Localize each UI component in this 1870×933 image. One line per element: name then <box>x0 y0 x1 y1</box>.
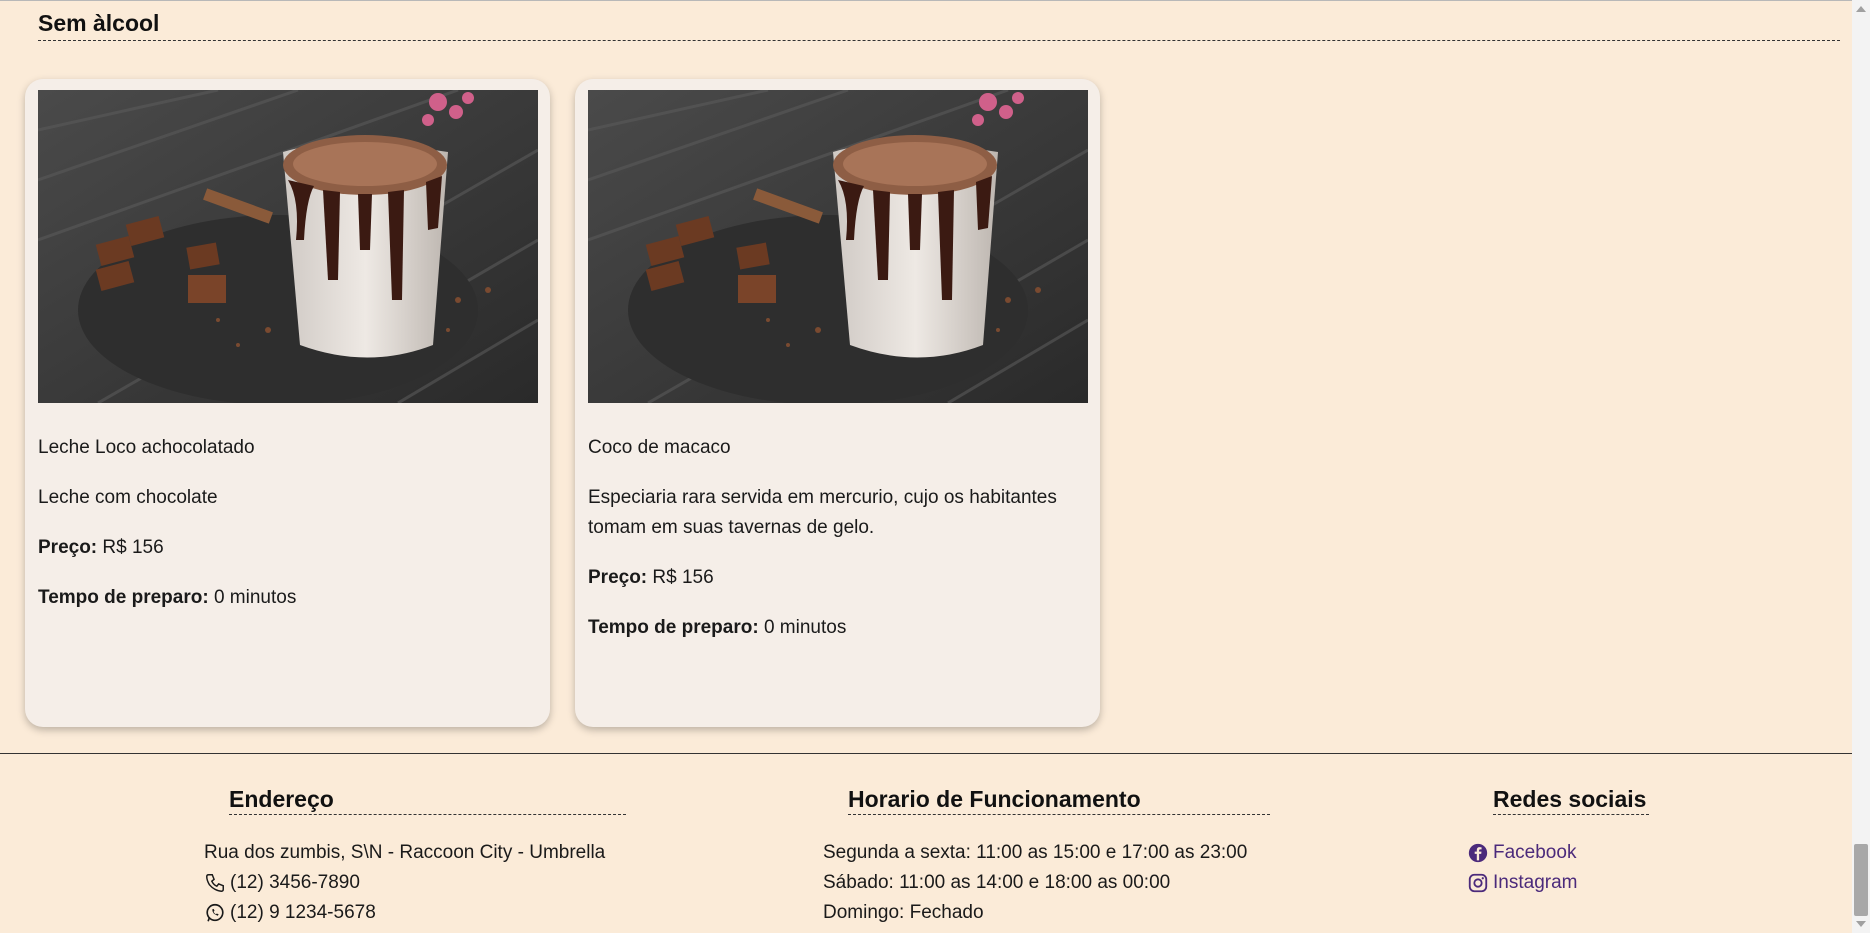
price-value: R$ 156 <box>97 537 164 558</box>
instagram-link[interactable]: Instagram <box>1467 868 1577 898</box>
hours-saturday: Sábado: 11:00 as 14:00 e 18:00 as 00:00 <box>823 872 1171 893</box>
footer-divider <box>0 753 1852 754</box>
facebook-icon <box>1468 843 1488 863</box>
phone-number: (12) 3456-7890 <box>230 872 360 893</box>
prep-time-value: 0 minutos <box>758 617 847 638</box>
prep-time-label: Tempo de preparo: <box>38 587 209 608</box>
instagram-icon <box>1468 873 1488 893</box>
scroll-up-icon[interactable] <box>1856 6 1866 12</box>
footer-hours-title: Horario de Funcionamento <box>848 786 1141 812</box>
instagram-label[interactable]: Instagram <box>1493 868 1577 898</box>
hours-sunday: Domingo: Fechado <box>823 902 984 923</box>
footer-address-divider <box>229 814 626 815</box>
footer-social-divider <box>1493 814 1649 815</box>
scrollbar[interactable] <box>1852 0 1870 933</box>
menu-card: Leche Loco achocolatado Leche com chocol… <box>25 79 550 727</box>
phone-icon <box>206 874 224 892</box>
scrollbar-thumb[interactable] <box>1854 844 1868 916</box>
product-description: Leche com chocolate <box>38 487 218 508</box>
phone-line: (12) 3456-7890 <box>204 868 605 898</box>
product-image <box>588 90 1088 403</box>
footer-hours-divider <box>848 814 1270 815</box>
prep-time-value: 0 minutos <box>208 587 297 608</box>
whatsapp-icon <box>206 903 224 922</box>
footer-hours: Segunda a sexta: 11:00 as 15:00 e 17:00 … <box>823 838 1247 928</box>
whatsapp-line: (12) 9 1234-5678 <box>204 898 605 928</box>
product-name: Leche Loco achocolatado <box>38 437 255 458</box>
product-prep-time: Tempo de preparo: 0 minutos <box>38 583 538 613</box>
scroll-down-icon[interactable] <box>1856 921 1866 927</box>
prep-time-label: Tempo de preparo: <box>588 617 759 638</box>
product-price: Preço: R$ 156 <box>588 563 1088 593</box>
product-name: Coco de macaco <box>588 437 731 458</box>
product-description: Especiaria rara servida em mercurio, cuj… <box>588 487 1057 538</box>
address-line: Rua dos zumbis, S\N - Raccoon City - Umb… <box>204 842 606 863</box>
section-divider <box>38 40 1840 41</box>
price-value: R$ 156 <box>647 567 714 588</box>
footer-address-title: Endereço <box>229 786 334 812</box>
product-image <box>38 90 538 403</box>
price-label: Preço: <box>588 567 648 588</box>
whatsapp-number: (12) 9 1234-5678 <box>230 902 376 923</box>
footer-social-title: Redes sociais <box>1493 786 1647 812</box>
menu-card: Coco de macaco Especiaria rara servida e… <box>575 79 1100 727</box>
product-prep-time: Tempo de preparo: 0 minutos <box>588 613 1088 643</box>
product-price: Preço: R$ 156 <box>38 533 538 563</box>
footer-address: Rua dos zumbis, S\N - Raccoon City - Umb… <box>204 838 605 928</box>
price-label: Preço: <box>38 537 98 558</box>
facebook-link[interactable]: Facebook <box>1467 838 1577 868</box>
section-title: Sem àlcool <box>38 10 160 36</box>
facebook-label[interactable]: Facebook <box>1493 838 1576 868</box>
footer-social: Facebook Instagram <box>1467 838 1577 898</box>
hours-weekdays: Segunda a sexta: 11:00 as 15:00 e 17:00 … <box>823 842 1248 863</box>
top-border <box>0 0 1852 1</box>
